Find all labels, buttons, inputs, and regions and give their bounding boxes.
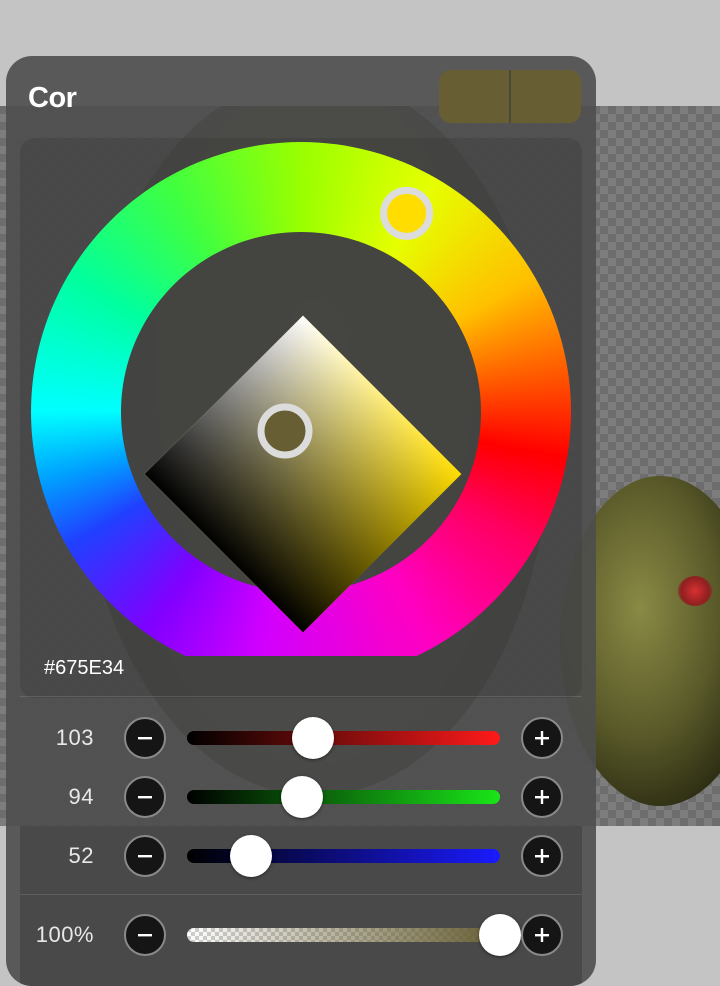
divider bbox=[20, 696, 582, 697]
alpha-value-label: 100% bbox=[35, 922, 94, 947]
alpha-slider-track[interactable] bbox=[187, 928, 500, 942]
artwork-red-accent bbox=[678, 576, 712, 606]
red-increase-button[interactable] bbox=[521, 717, 563, 759]
color-panel: Cor #675E34 103 94 52 100% bbox=[6, 56, 596, 986]
blue-value-label: 52 bbox=[68, 843, 94, 868]
red-decrease-button[interactable] bbox=[124, 717, 166, 759]
hex-value[interactable]: #675E34 bbox=[44, 657, 124, 680]
alpha-increase-button[interactable] bbox=[521, 914, 563, 956]
saturation-value-handle[interactable] bbox=[257, 403, 313, 459]
green-increase-button[interactable] bbox=[521, 776, 563, 818]
red-value-label: 103 bbox=[55, 725, 94, 750]
green-value-label: 94 bbox=[68, 784, 94, 809]
color-wheel[interactable] bbox=[6, 56, 596, 656]
blue-slider-thumb[interactable] bbox=[229, 835, 272, 877]
alpha-decrease-button[interactable] bbox=[124, 914, 166, 956]
red-slider-track[interactable] bbox=[187, 731, 500, 745]
minus-icon bbox=[136, 926, 154, 944]
hue-handle[interactable] bbox=[380, 186, 434, 240]
red-slider-thumb[interactable] bbox=[292, 717, 335, 759]
plus-icon bbox=[533, 847, 551, 865]
divider bbox=[20, 894, 582, 895]
plus-icon bbox=[533, 926, 551, 944]
plus-icon bbox=[533, 788, 551, 806]
minus-icon bbox=[136, 729, 154, 747]
blue-increase-button[interactable] bbox=[521, 835, 563, 877]
alpha-slider-thumb[interactable] bbox=[479, 914, 521, 956]
green-slider-track[interactable] bbox=[187, 790, 500, 804]
minus-icon bbox=[136, 788, 154, 806]
plus-icon bbox=[533, 729, 551, 747]
blue-decrease-button[interactable] bbox=[124, 835, 166, 877]
green-decrease-button[interactable] bbox=[124, 776, 166, 818]
minus-icon bbox=[136, 847, 154, 865]
green-slider-thumb[interactable] bbox=[281, 776, 324, 818]
